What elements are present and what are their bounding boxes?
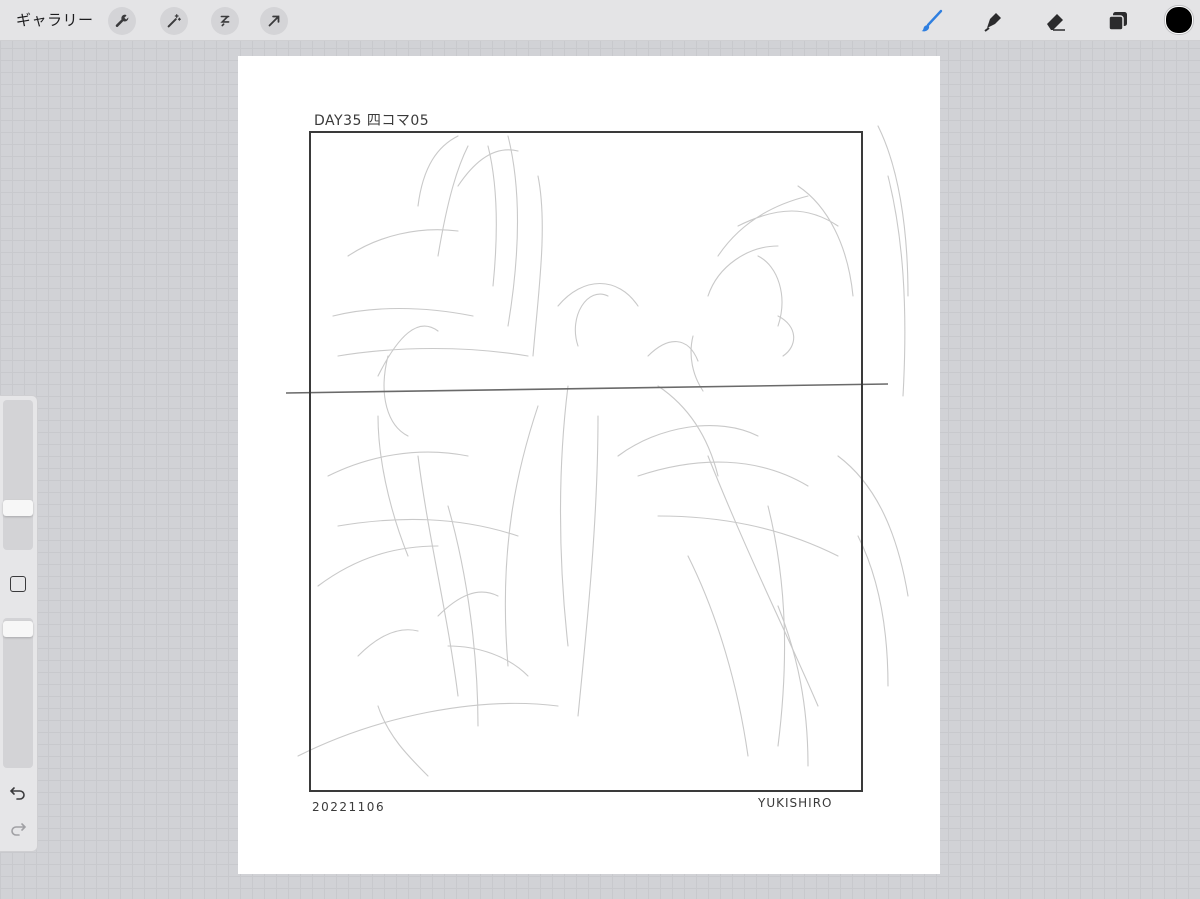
brush-size-slider[interactable] [3,400,33,550]
color-picker-swatch[interactable] [1165,6,1193,34]
pencil-sketch-strokes [297,125,909,777]
modify-button[interactable] [10,576,26,592]
brush-icon[interactable] [917,6,947,36]
top-toolbar: ギャラリー [0,0,1200,41]
wrench-icon[interactable] [108,7,136,35]
panel-frame [309,131,863,792]
smudge-icon[interactable] [979,6,1009,36]
brush-size-thumb[interactable] [3,500,33,516]
redo-icon[interactable] [8,818,28,838]
eraser-icon[interactable] [1041,6,1071,36]
magic-wand-icon[interactable] [160,7,188,35]
sketch-header-label: DAY35 四コマ05 [314,113,430,129]
guide-line [285,383,889,394]
undo-icon[interactable] [8,782,28,802]
opacity-thumb[interactable] [3,621,33,637]
sketch-layer [285,125,909,792]
opacity-slider[interactable] [3,618,33,768]
transform-arrow-icon[interactable] [260,7,288,35]
layers-icon[interactable] [1103,6,1133,36]
drawing-canvas[interactable]: DAY35 四コマ05 20221106 YUKISHIRO [238,56,940,874]
selection-icon[interactable] [211,7,239,35]
gallery-button[interactable]: ギャラリー [16,9,94,30]
artist-signature: YUKISHIRO [758,796,833,810]
sketch-date-label: 20221106 [312,800,386,814]
left-sidebar [0,395,38,852]
